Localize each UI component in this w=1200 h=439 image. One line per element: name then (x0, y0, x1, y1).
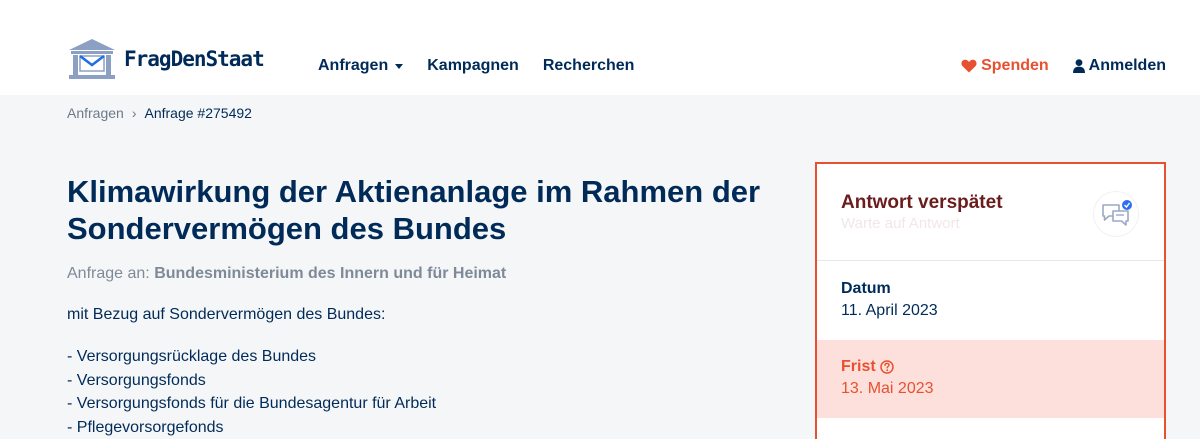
site-header: FragDenStaat Anfragen Kampagnen Recherch… (0, 0, 1200, 95)
nav-item-anfragen[interactable]: Anfragen (318, 57, 404, 75)
building-mail-icon (69, 39, 115, 79)
logo-text: FragDenStaat (124, 47, 265, 71)
donate-label: Spenden (981, 57, 1049, 74)
recipient-link[interactable]: Bundesministerium des Innern und für Hei… (154, 265, 506, 282)
fund-list: - Versorgungsrücklage des Bundes - Verso… (67, 345, 436, 439)
nav-item-recherchen[interactable]: Recherchen (543, 57, 635, 75)
date-label: Datum (841, 280, 891, 297)
nav-label: Recherchen (542, 57, 635, 74)
request-intro: mit Bezug auf Sondervermögen des Bundes: (67, 306, 386, 323)
question-circle-icon[interactable] (879, 360, 894, 374)
deadline-value: 13. Mai 2023 (841, 380, 934, 397)
chat-bubble-icon (1094, 192, 1138, 236)
status-header: Antwort verspätet Warte auf Antwort (841, 192, 1003, 232)
page-title: Klimawirkung der Aktienanlage im Rahmen … (67, 174, 761, 246)
status-panel: Antwort verspätet Warte auf Antwort Datu… (815, 162, 1166, 439)
list-item: - Pflegevorsorgefonds (67, 418, 224, 436)
header-actions: Spenden Anmelden (961, 57, 1166, 75)
breadcrumb-link-anfragen[interactable]: Anfragen (67, 105, 124, 121)
login-label: Anmelden (1088, 57, 1166, 74)
date-block: Datum 11. April 2023 (841, 280, 938, 320)
list-item: - Versorgungsfonds für die Bundesagentur… (67, 395, 437, 412)
breadcrumb-separator: › (131, 105, 137, 121)
breadcrumb: Anfragen › Anfrage #275492 (67, 105, 252, 121)
status-title: Antwort verspätet (841, 192, 1003, 213)
recipient-prefix: Anfrage an: (67, 265, 150, 282)
main-nav: Anfragen Kampagnen Recherchen (318, 57, 634, 75)
nav-item-kampagnen[interactable]: Kampagnen (427, 57, 519, 75)
heart-icon (961, 59, 977, 73)
deadline-content: Frist 13. Mai 2023 (841, 358, 934, 398)
nav-label: Anfragen (318, 57, 389, 74)
status-subtitle: Warte auf Antwort (841, 215, 960, 232)
list-item: - Versorgungsrücklage des Bundes (67, 348, 317, 365)
deadline-label-row: Frist (841, 358, 934, 376)
chevron-down-icon (395, 63, 404, 69)
donate-link[interactable]: Spenden (961, 57, 1049, 75)
breadcrumb-current: Anfrage #275492 (144, 105, 252, 121)
date-value: 11. April 2023 (841, 302, 938, 319)
logo[interactable]: FragDenStaat (67, 38, 265, 80)
deadline-block: Frist 13. Mai 2023 (817, 340, 1164, 418)
login-link[interactable]: Anmelden (1072, 57, 1166, 75)
divider (817, 260, 1164, 261)
deadline-label: Frist (841, 358, 876, 375)
list-item: - Versorgungsfonds (67, 371, 206, 389)
nav-label: Kampagnen (427, 57, 519, 74)
user-icon (1072, 59, 1085, 73)
request-recipient: Anfrage an: Bundesministerium des Innern… (67, 265, 506, 283)
